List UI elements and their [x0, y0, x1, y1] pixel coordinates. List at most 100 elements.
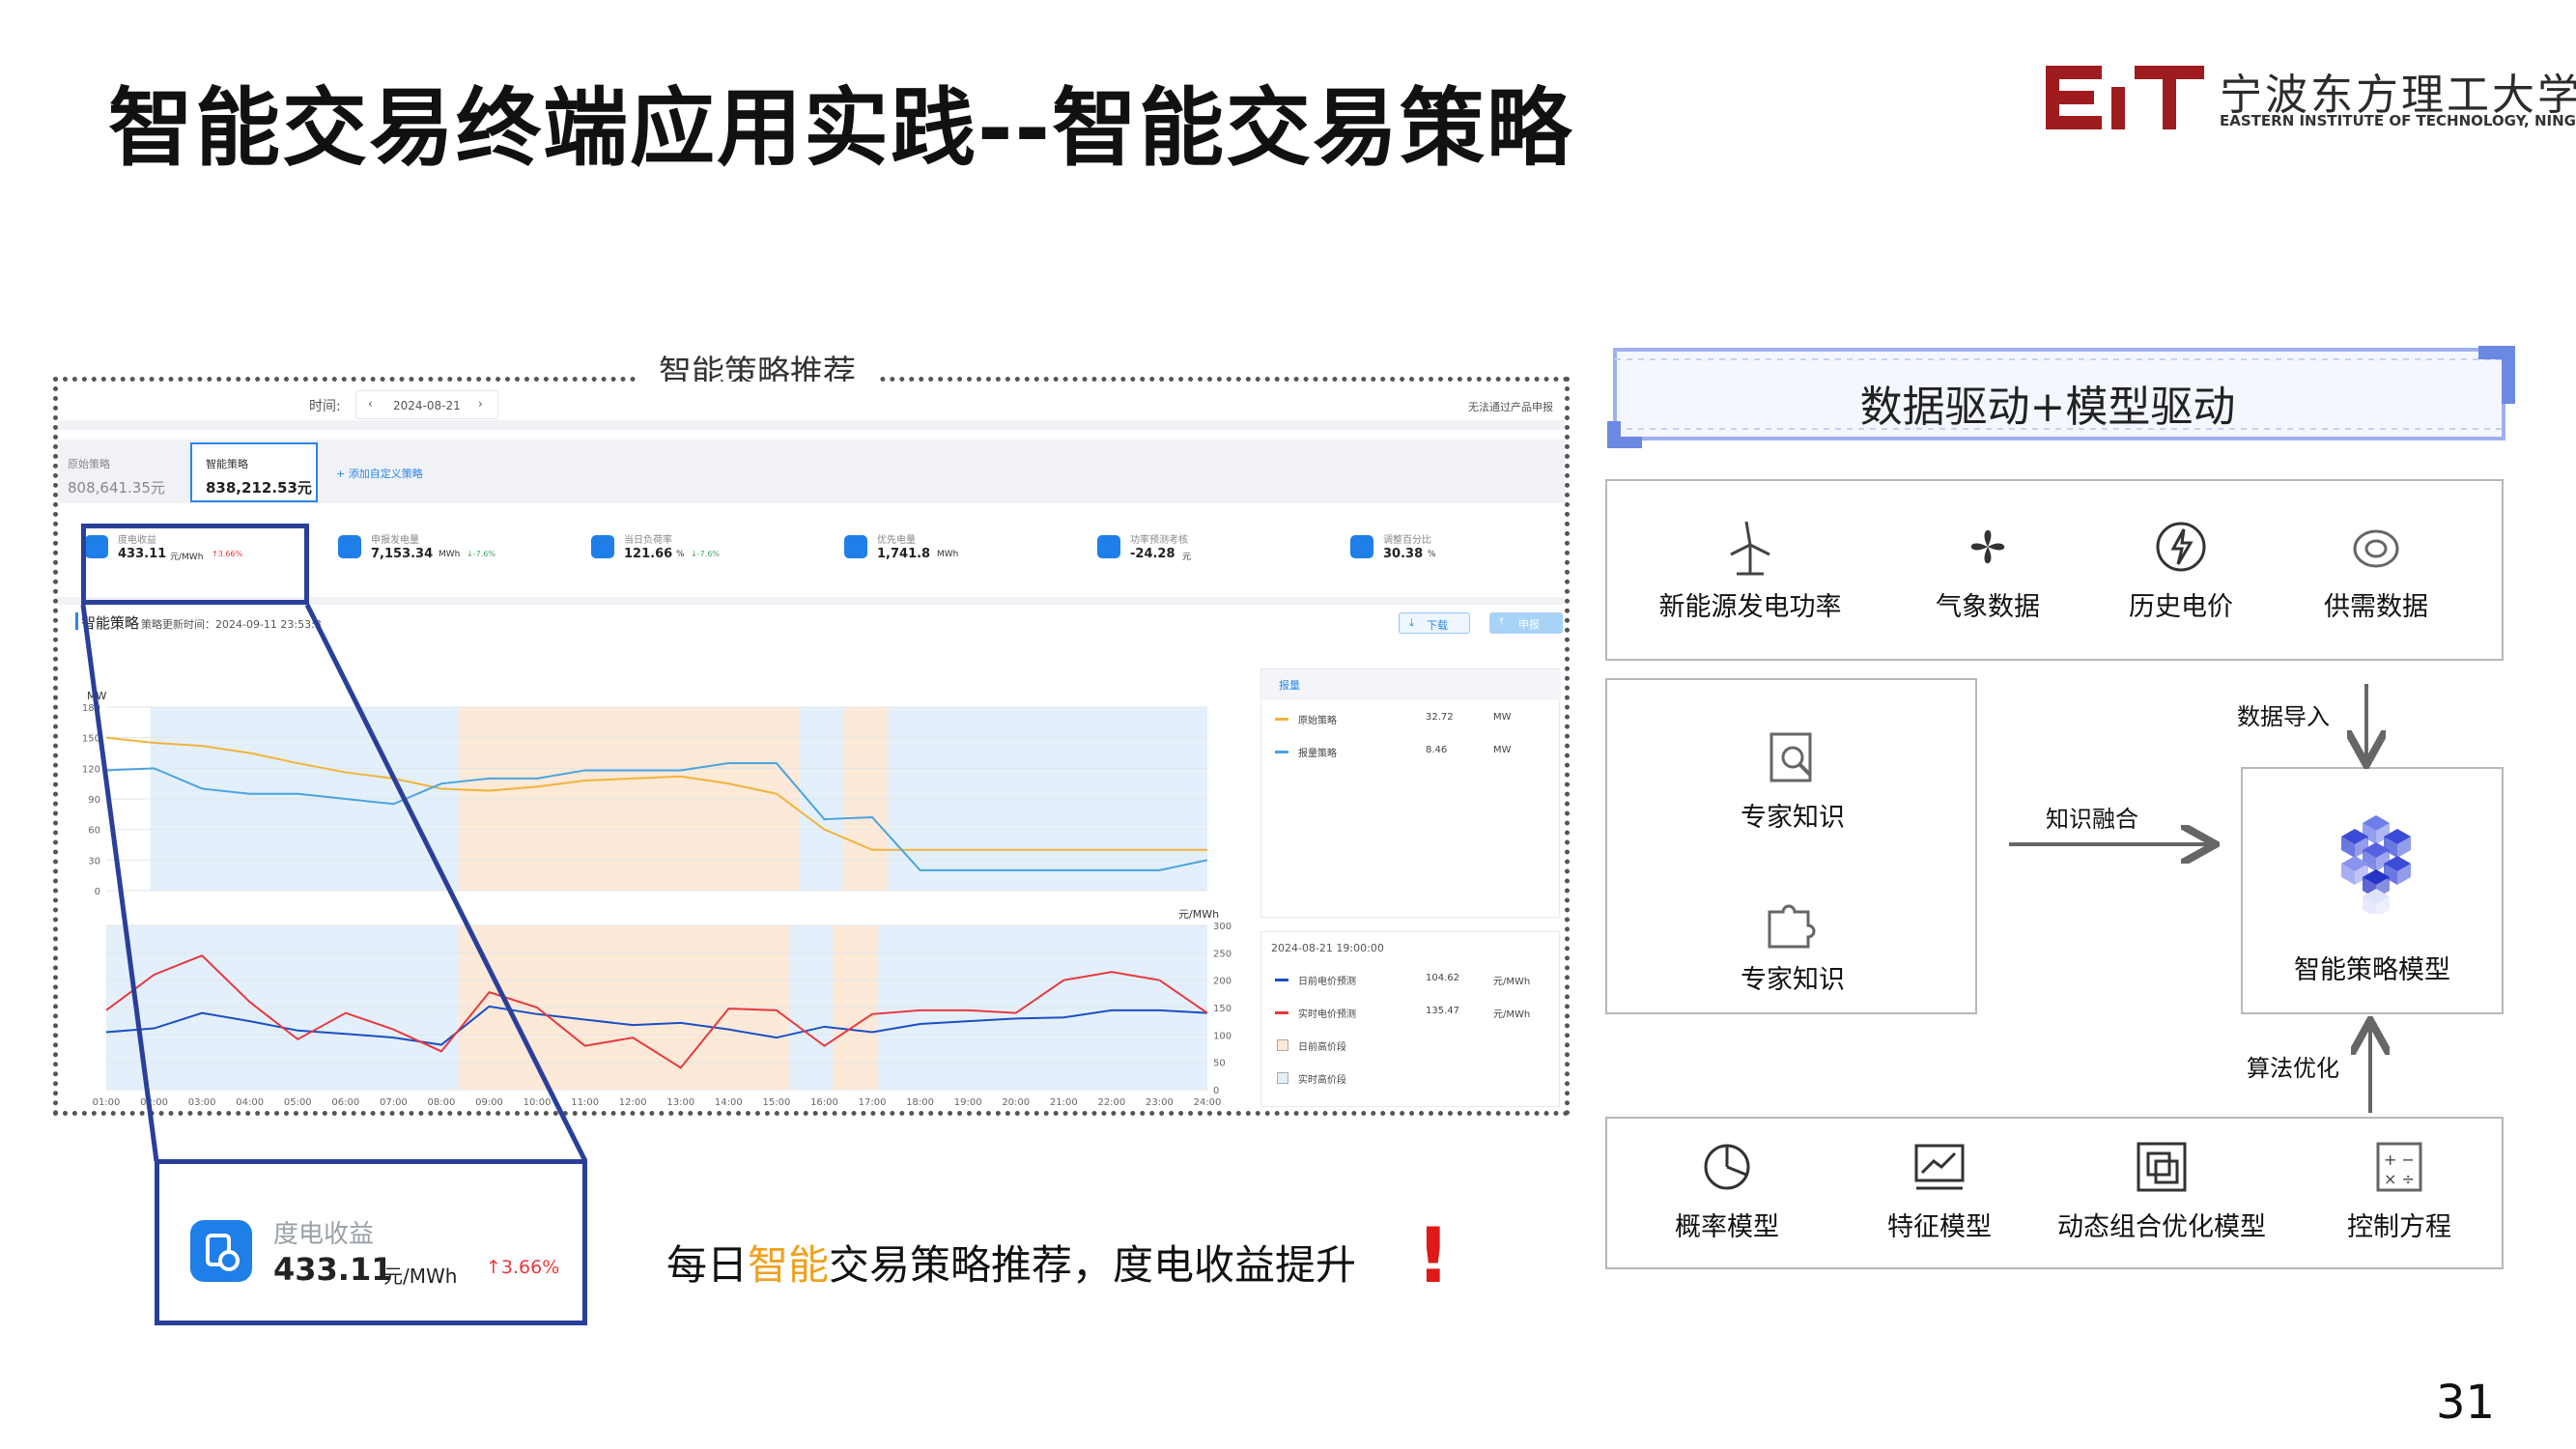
svg-text:+ −: + −: [2384, 1151, 2415, 1169]
x-tick-label: 14:00: [715, 1097, 743, 1108]
item-label: 控制方程: [2347, 1212, 2451, 1242]
tab-label: 原始策略: [68, 458, 110, 470]
x-tick-label: 17:00: [859, 1097, 887, 1108]
eit-logo: [2046, 66, 2204, 129]
legend-unit: 元/MWh: [1493, 977, 1531, 987]
update-time: 策略更新时间：2024-09-11 23:53:3: [141, 618, 322, 631]
legend-swatch: [1275, 979, 1288, 981]
tab-original-strategy[interactable]: 原始策略 808,641.35元: [68, 444, 179, 502]
x-tick-label: 07:00: [380, 1097, 408, 1108]
tab-value: 838,212.53元: [206, 479, 312, 497]
legend-name: 日前电价预测: [1298, 977, 1356, 987]
date-value: 2024-08-21: [393, 399, 461, 412]
rings-icon: [2353, 529, 2399, 568]
legend-panel-price: 2024-08-21 19:00:00 日前电价预测 104.62 元/MWh 实时电…: [1260, 931, 1560, 1107]
section-title: 智能策略: [81, 614, 140, 632]
item-label: 新能源发电功率: [1658, 592, 1842, 622]
legend-value: 104.62: [1426, 973, 1459, 983]
zoom-metric-delta: ↑3.66%: [486, 1257, 560, 1278]
tab-smart-strategy[interactable]: 智能策略 838,212.53元: [190, 442, 318, 502]
x-tick-label: 03:00: [188, 1097, 216, 1108]
metric-unit: MWh: [439, 550, 461, 559]
zoomed-metric-card: 度电收益 433.11 元/MWh ↑3.66%: [155, 1159, 587, 1325]
legend-item[interactable]: 报量策略 8.46 MW: [1271, 741, 1551, 764]
x-tick-label: 18:00: [906, 1097, 934, 1108]
chevron-right-icon[interactable]: ›: [478, 397, 483, 411]
y-tick-label: 150: [1213, 1004, 1231, 1014]
y-tick-label: 90: [88, 795, 100, 806]
add-strategy-button[interactable]: + 添加自定义策略: [336, 466, 423, 481]
legend-unit: MW: [1493, 712, 1512, 723]
model-label: 智能策略模型: [2294, 955, 2450, 985]
metric-delta: ↓-7.6%: [691, 550, 720, 558]
item-label: 动态组合优化模型: [2057, 1212, 2266, 1242]
chevron-left-icon[interactable]: ‹: [368, 397, 373, 411]
right-item: 专家知识: [1667, 889, 1918, 995]
metric-icon: [338, 535, 361, 558]
legend-panel-volume: 报量 原始策略 32.72 MW 报量策略 8.46 MW: [1260, 668, 1561, 918]
y-tick-label: 30: [88, 856, 100, 867]
data-import-label: 数据导入: [2237, 703, 2330, 730]
declare-button[interactable]: ⤒ 申报: [1489, 612, 1563, 634]
item-label: 供需数据: [2324, 592, 2428, 622]
metric-value: 121.66: [624, 547, 673, 561]
school-name-en: EASTERN INSTITUTE OF TECHNOLOGY, NINGBO: [2220, 112, 2576, 129]
metric-label: 调整百分比: [1383, 535, 1431, 546]
metric-delta: ↓-7.6%: [467, 550, 495, 558]
download-button[interactable]: ⤓ 下载: [1399, 612, 1470, 634]
legend-name: 报量策略: [1298, 749, 1337, 759]
nested-squares-icon: [2137, 1142, 2187, 1192]
metric-value: 7,153.34: [371, 547, 434, 561]
x-tick-label: 24:00: [1194, 1097, 1222, 1108]
y-tick-label: 150: [82, 734, 100, 745]
item-label: 特征模型: [1887, 1212, 1992, 1242]
x-tick-label: 06:00: [331, 1097, 359, 1108]
zoom-metric-value: 433.11: [273, 1251, 393, 1288]
legend-item[interactable]: 实时电价预测 135.47 元/MWh: [1271, 1002, 1551, 1025]
x-tick-label: 01:00: [93, 1097, 121, 1108]
legend-swatch: [1275, 718, 1288, 721]
metric-card: 功率预测考核 -24.28 元: [1097, 522, 1329, 583]
metric-icon: [1097, 535, 1120, 558]
summary-post: 交易策略推荐，度电收益提升: [829, 1241, 1357, 1289]
x-tick-label: 09:00: [475, 1097, 503, 1108]
exclamation-icon: !: [1416, 1213, 1451, 1300]
legend-item[interactable]: 实时高价段: [1271, 1067, 1551, 1091]
metric-card: 优先电量 1,741.8 MWh: [844, 522, 1076, 583]
legend-unit: 元/MWh: [1493, 1009, 1531, 1020]
declare-icon: ⤒: [1499, 615, 1504, 628]
right-item: 动态组合优化模型: [2036, 1136, 2287, 1242]
section-marker: [75, 612, 78, 630]
legend-swatch: [1275, 1011, 1288, 1014]
x-tick-label: 11:00: [571, 1097, 599, 1108]
legend-item[interactable]: 原始策略 32.72 MW: [1271, 708, 1551, 731]
x-tick-label: 22:00: [1097, 1097, 1125, 1108]
x-tick-label: 23:00: [1146, 1097, 1174, 1108]
legend-tab[interactable]: 报量: [1279, 677, 1300, 693]
metric-card: 当日负荷率 121.66% ↓-7.6%: [591, 522, 823, 583]
metric-value: 30.38: [1383, 547, 1424, 561]
y-tick-label: 300: [1213, 922, 1231, 932]
date-picker[interactable]: ‹ 2024-08-21 ›: [355, 390, 498, 419]
algo-opt-label: 算法优化: [2247, 1055, 2339, 1082]
fan-icon: [1970, 529, 2005, 564]
strategy-charts: 0 30 60 90 120 150 180MW 0 50 100 150 200 250 300元/MW…: [82, 690, 1231, 1108]
x-tick-label: 21:00: [1050, 1097, 1078, 1108]
legend-item[interactable]: 日前高价段: [1271, 1035, 1551, 1058]
legend-swatch: [1277, 1039, 1288, 1051]
x-tick-label: 08:00: [428, 1097, 456, 1108]
notice-text: 无法通过产品申报: [1468, 401, 1553, 413]
legend-item[interactable]: 日前电价预测 104.62 元/MWh: [1271, 969, 1551, 992]
metric-highlight-box: [81, 524, 309, 605]
tab-label: 智能策略: [206, 458, 248, 470]
metric-value: -24.28: [1130, 547, 1175, 561]
right-item: 新能源发电功率: [1625, 516, 1876, 622]
tab-value: 808,641.35元: [68, 479, 165, 497]
download-label: 下载: [1427, 619, 1448, 632]
svg-text:× ÷: × ÷: [2384, 1170, 2415, 1188]
y-tick-label: 200: [1213, 977, 1231, 987]
slide-title: 智能交易终端应用实践--智能交易策略: [108, 78, 1574, 178]
zoom-metric-unit: 元/MWh: [383, 1264, 458, 1288]
metric-unit: %: [1428, 550, 1436, 559]
metric-icon: [591, 535, 614, 558]
